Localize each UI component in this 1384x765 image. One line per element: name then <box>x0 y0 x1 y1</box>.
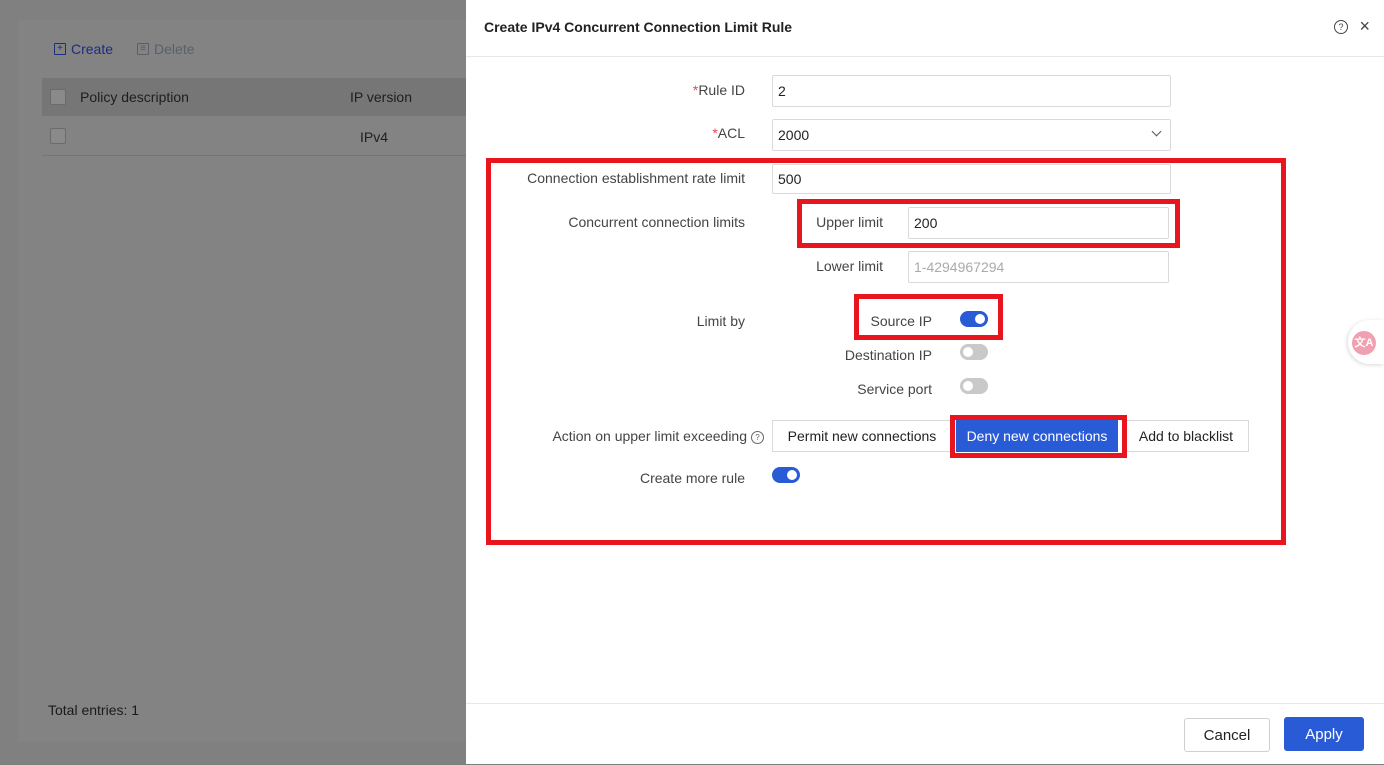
service-port-label: Service port <box>857 381 932 397</box>
translate-float-widget[interactable]: 文A <box>1348 320 1384 364</box>
rate-limit-input[interactable]: 500 <box>772 164 1171 194</box>
drawer-footer: Cancel Apply <box>466 703 1384 765</box>
lower-limit-input[interactable]: 1-4294967294 <box>908 251 1169 283</box>
action-option-deny[interactable]: Deny new connections <box>956 420 1118 452</box>
help-icon[interactable]: ? <box>1334 20 1348 34</box>
create-label: Create <box>71 41 114 57</box>
create-rule-drawer: Create IPv4 Concurrent Connection Limit … <box>466 0 1384 764</box>
upper-limit-label: Upper limit <box>816 214 883 230</box>
limit-by-label: Limit by <box>696 313 745 329</box>
upper-limit-input[interactable]: 200 <box>908 207 1169 239</box>
action-option-permit[interactable]: Permit new connections <box>772 420 952 452</box>
rate-limit-label: Connection establishment rate limit <box>527 170 745 186</box>
create-more-label: Create more rule <box>639 470 745 486</box>
total-entries: Total entries: 1 <box>48 702 140 718</box>
source-ip-toggle[interactable] <box>960 311 988 327</box>
lower-limit-label: Lower limit <box>816 258 883 274</box>
toggle-knob <box>787 470 797 480</box>
question-circle-icon[interactable]: ? <box>751 431 764 444</box>
rule-id-label: *Rule ID <box>692 82 745 98</box>
create-button[interactable]: + Create <box>54 41 113 57</box>
select-all-checkbox[interactable] <box>50 89 66 105</box>
toggle-knob <box>963 381 973 391</box>
service-port-toggle[interactable] <box>960 378 988 394</box>
delete-label: Delete <box>154 41 195 57</box>
rule-id-input[interactable]: 2 <box>772 75 1171 107</box>
toggle-knob <box>975 314 985 324</box>
action-label: Action on upper limit exceeding? <box>506 428 764 444</box>
destination-ip-label: Destination IP <box>844 347 932 363</box>
toggle-knob <box>963 347 973 357</box>
background-page: + Create ≡ Delete Policy description IP … <box>0 0 478 764</box>
drawer-title: Create IPv4 Concurrent Connection Limit … <box>484 19 793 35</box>
column-header-policy-description: Policy description <box>80 89 189 105</box>
cancel-button[interactable]: Cancel <box>1184 718 1270 752</box>
trash-icon: ≡ <box>137 43 150 55</box>
create-more-toggle[interactable] <box>772 467 800 483</box>
plus-square-icon: + <box>54 43 66 55</box>
drawer-header: Create IPv4 Concurrent Connection Limit … <box>466 0 1384 57</box>
chevron-down-icon <box>1151 126 1162 137</box>
source-ip-label: Source IP <box>870 313 932 329</box>
action-option-blacklist[interactable]: Add to blacklist <box>1123 420 1249 452</box>
row-checkbox[interactable] <box>50 128 66 144</box>
concurrent-limits-label: Concurrent connection limits <box>568 214 745 230</box>
close-icon[interactable]: × <box>1359 16 1370 36</box>
acl-selected-value: 2000 <box>778 127 810 143</box>
background-toolbar: + Create ≡ Delete <box>54 41 195 57</box>
acl-label: *ACL <box>712 125 745 141</box>
table-header: Policy description IP version <box>42 78 478 116</box>
delete-button[interactable]: ≡ Delete <box>137 41 195 57</box>
column-header-ip-version: IP version <box>350 89 412 105</box>
table-row[interactable]: IPv4 <box>42 117 478 156</box>
destination-ip-toggle[interactable] <box>960 344 988 360</box>
translate-icon[interactable]: 文A <box>1352 331 1376 355</box>
acl-select[interactable]: 2000 <box>772 119 1171 151</box>
apply-button[interactable]: Apply <box>1284 717 1364 751</box>
cell-ip-version: IPv4 <box>360 129 389 145</box>
